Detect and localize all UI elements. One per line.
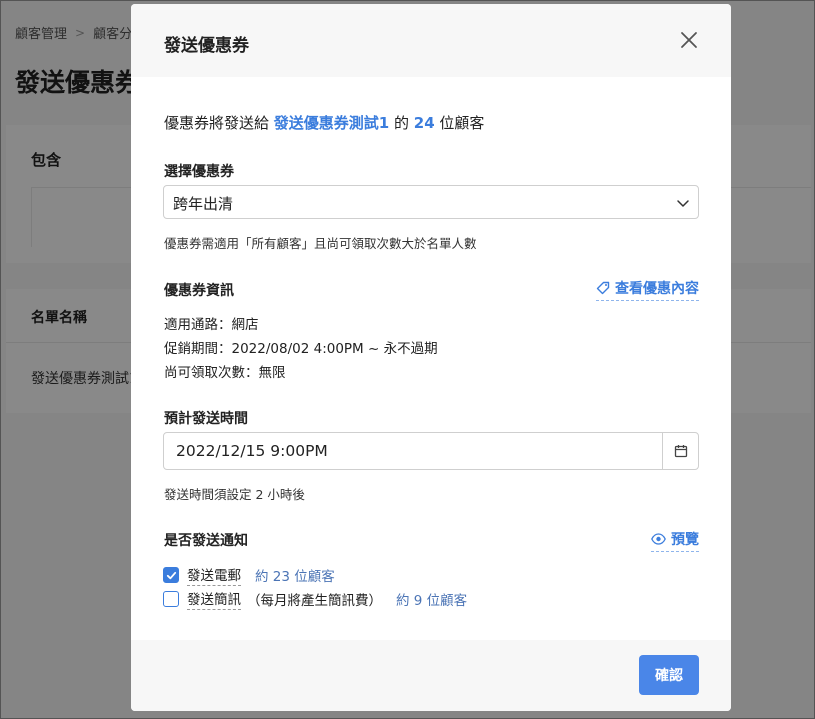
schedule-label: 預計發送時間: [164, 411, 248, 427]
coupon-select-hint: 優惠券需適用「所有顧客」且尚可領取次數大於名單人數: [164, 236, 477, 251]
sms-option-count: 約 9 位顧客: [396, 593, 468, 609]
modal-title: 發送優惠券: [164, 36, 249, 56]
coupon-select[interactable]: 跨年出清: [163, 185, 699, 219]
sms-option-label[interactable]: 發送簡訊: [187, 588, 241, 610]
summary-prefix: 優惠券將發送給: [164, 114, 274, 132]
summary-list-name: 發送優惠券測試1: [273, 114, 390, 132]
coupon-info-channel: 適用通路：網店: [164, 317, 259, 333]
email-option-count: 約 23 位顧客: [255, 569, 335, 585]
email-option-label[interactable]: 發送電郵: [187, 564, 241, 586]
coupon-info-period: 促銷期間：2022/08/02 4:00PM ~ 永不過期: [164, 341, 438, 357]
chevron-down-icon: [677, 200, 689, 207]
eye-icon: [651, 533, 666, 545]
coupon-select-value: 跨年出清: [173, 195, 234, 213]
coupon-info-remaining: 尚可領取次數：無限: [164, 365, 286, 381]
preview-link[interactable]: 預覽: [651, 529, 699, 552]
send-coupon-modal: 發送優惠券 優惠券將發送給 發送優惠券測試1 的 24 位顧客 選擇優惠券 跨年…: [131, 4, 731, 711]
view-coupon-link-label: 查看優惠內容: [615, 281, 699, 297]
tag-icon: [596, 281, 610, 295]
email-checkbox[interactable]: [163, 567, 179, 583]
modal-header: 發送優惠券: [131, 4, 731, 77]
check-icon: [166, 571, 176, 579]
schedule-datetime-input[interactable]: 2022/12/15 9:00PM: [163, 432, 699, 470]
calendar-button[interactable]: [662, 433, 698, 469]
view-coupon-link[interactable]: 查看優惠內容: [596, 278, 699, 301]
summary-suffix: 位顧客: [434, 114, 485, 132]
confirm-button[interactable]: 確認: [639, 655, 699, 695]
sms-option-note: （每月將產生簡訊費）: [247, 593, 382, 609]
summary-middle: 的: [389, 114, 414, 132]
schedule-datetime-value: 2022/12/15 9:00PM: [176, 442, 328, 460]
schedule-hint: 發送時間須設定 2 小時後: [164, 487, 305, 502]
recipient-summary: 優惠券將發送給 發送優惠券測試1 的 24 位顧客: [164, 112, 484, 133]
coupon-select-label: 選擇優惠券: [164, 164, 234, 180]
close-icon: [681, 32, 697, 48]
close-button[interactable]: [679, 30, 699, 50]
email-option: 發送電郵 約 23 位顧客: [163, 564, 335, 586]
preview-link-label: 預覽: [671, 532, 699, 548]
coupon-info-label: 優惠券資訊: [164, 283, 234, 299]
summary-count: 24: [413, 114, 435, 132]
sms-option: 發送簡訊 （每月將產生簡訊費） 約 9 位顧客: [163, 588, 467, 610]
calendar-icon: [674, 445, 687, 458]
sms-checkbox[interactable]: [163, 591, 179, 607]
notification-label: 是否發送通知: [164, 533, 248, 549]
